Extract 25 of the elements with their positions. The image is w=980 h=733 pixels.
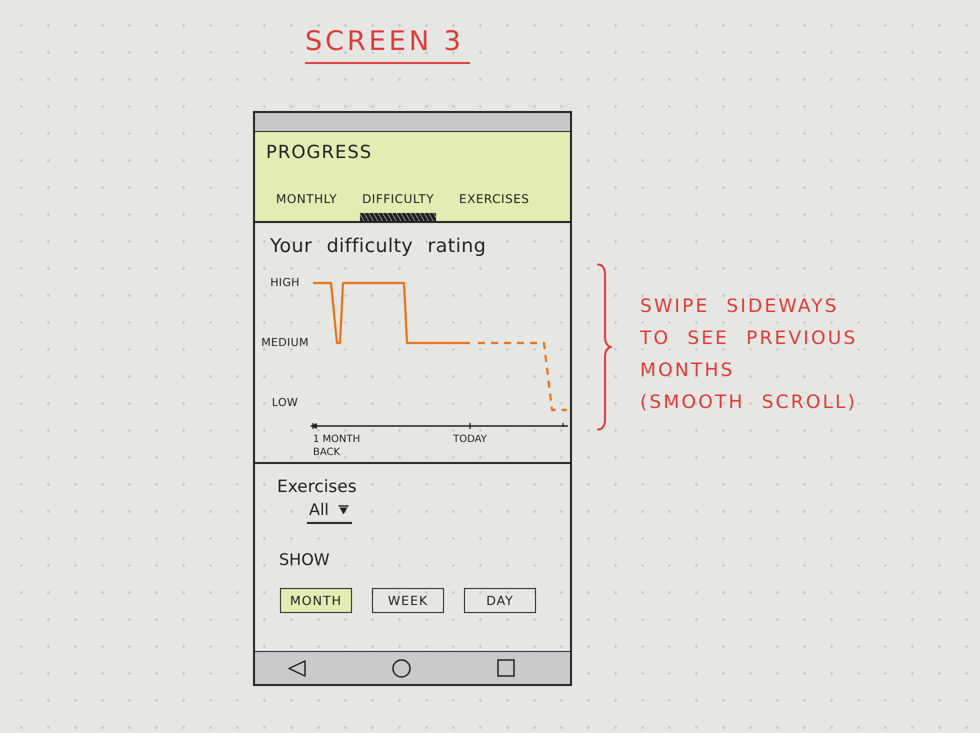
recents-square-icon — [497, 659, 515, 677]
tab[interactable]: MONTHLY — [274, 192, 340, 221]
tab[interactable]: DIFFICULTY — [360, 192, 436, 221]
period-button[interactable]: MONTH — [280, 588, 352, 613]
y-axis-label: HIGH — [269, 276, 301, 290]
back-button[interactable] — [288, 660, 306, 676]
period-button[interactable]: DAY — [464, 588, 536, 613]
x-axis-label: TODAY — [453, 433, 487, 446]
y-axis-label: MEDIUM — [260, 336, 310, 350]
back-triangle-icon — [288, 660, 306, 676]
field-label: SHOW — [279, 550, 330, 570]
screen-title: SCREEN 3 — [305, 26, 470, 64]
field-label: Exercises — [277, 476, 357, 498]
recents-button[interactable] — [497, 659, 515, 677]
caret-down-icon — [338, 505, 349, 515]
tab[interactable]: EXERCISES — [457, 192, 532, 221]
x-axis-label: 1 MONTH BACK — [313, 433, 362, 459]
exercise-dropdown[interactable]: All — [307, 500, 352, 524]
home-button[interactable] — [392, 658, 411, 678]
annotation-note: SWIPE SIDEWAYS TO SEE PREVIOUS MONTHS (SMOOTH SCROLL) — [640, 295, 858, 415]
period-button[interactable]: WEEK — [372, 588, 444, 613]
header-title: PROGRESS — [266, 142, 372, 164]
home-circle-icon — [392, 658, 411, 678]
section-title: Your difficulty rating — [270, 234, 486, 259]
y-axis-label: LOW — [270, 396, 300, 410]
